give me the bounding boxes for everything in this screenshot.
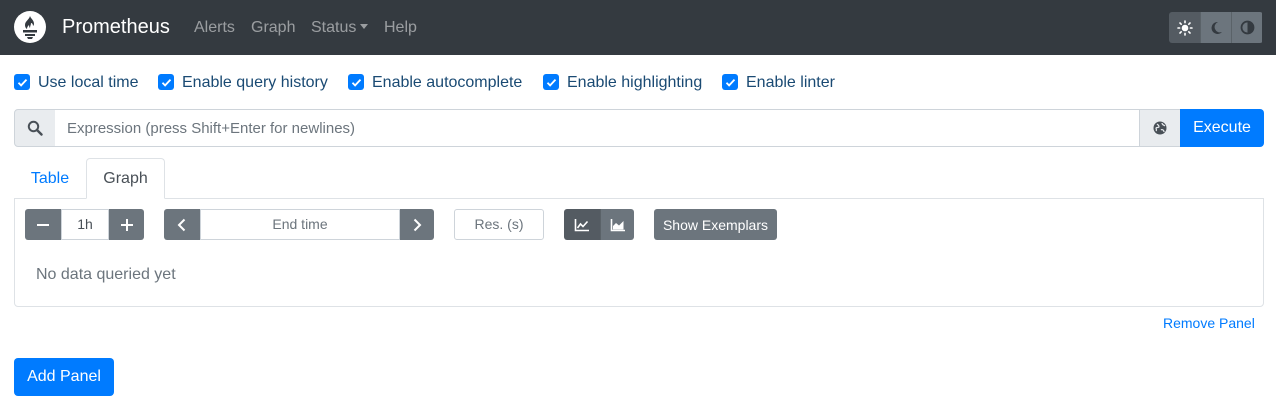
checkbox[interactable] [348,74,364,90]
chart-stacked-button[interactable] [600,209,634,240]
execute-button[interactable]: Execute [1180,109,1264,147]
tab-table[interactable]: Table [14,158,86,199]
checkbox[interactable] [158,74,174,90]
range-decrease-button[interactable] [25,209,61,240]
checkbox[interactable] [14,74,30,90]
chevron-right-icon [413,218,422,231]
option-label[interactable]: Enable linter [746,73,835,92]
check-icon [546,78,556,87]
resolution-input[interactable]: Res. (s) [454,209,544,240]
search-prepend [14,109,56,147]
option-label[interactable]: Use local time [38,73,138,92]
theme-switcher [1169,12,1263,43]
chart-lines-button[interactable] [564,209,600,240]
nav-status-label: Status [311,19,357,36]
show-exemplars-button[interactable]: Show Exemplars [654,209,777,240]
end-time-input[interactable]: End time [200,209,400,240]
adjust-icon [1240,20,1254,35]
end-time-back-button[interactable] [164,209,200,240]
range-increase-button[interactable] [109,209,144,240]
plus-icon [120,218,133,231]
brand-title[interactable]: Prometheus [62,15,170,39]
option-enable-autocomplete[interactable]: Enable autocomplete [348,72,522,92]
prometheus-logo-icon[interactable] [14,11,46,43]
tab-graph[interactable]: Graph [86,158,165,199]
moon-icon [1211,21,1222,34]
nav-help[interactable]: Help [384,18,417,37]
remove-panel-link[interactable]: Remove Panel [1163,315,1255,331]
metrics-explorer-button[interactable] [1140,109,1181,147]
nav-graph[interactable]: Graph [251,18,295,37]
navbar: Prometheus Alerts Graph Status Help [0,0,1276,55]
option-enable-highlighting[interactable]: Enable highlighting [543,72,702,92]
nav-alerts[interactable]: Alerts [194,18,235,37]
globe-icon [1153,121,1167,135]
line-chart-icon [574,218,589,231]
option-label[interactable]: Enable highlighting [567,73,702,92]
theme-dark-button[interactable] [1200,12,1231,43]
theme-light-button[interactable] [1169,12,1200,43]
theme-browser-button[interactable] [1231,12,1262,43]
expression-input[interactable] [55,109,1140,147]
end-time-forward-button[interactable] [400,209,434,240]
checkbox[interactable] [543,74,559,90]
add-panel-button[interactable]: Add Panel [14,358,114,396]
option-use-local-time[interactable]: Use local time [14,72,138,92]
caret-down-icon [360,24,369,29]
search-icon [27,120,43,136]
sun-icon [1176,19,1193,36]
check-icon [17,78,27,87]
check-icon [161,78,171,87]
chevron-left-icon [177,218,186,231]
option-enable-linter[interactable]: Enable linter [722,72,835,92]
checkbox[interactable] [722,74,738,90]
option-enable-query-history[interactable]: Enable query history [158,72,328,92]
check-icon [725,78,735,87]
range-input[interactable]: 1h [61,209,109,240]
option-label[interactable]: Enable autocomplete [372,73,522,92]
area-chart-icon [610,218,625,231]
check-icon [351,78,361,87]
option-label[interactable]: Enable query history [182,73,328,92]
no-data-message: No data queried yet [36,266,176,283]
minus-icon [37,223,49,226]
nav-status-dropdown[interactable]: Status [311,18,369,37]
